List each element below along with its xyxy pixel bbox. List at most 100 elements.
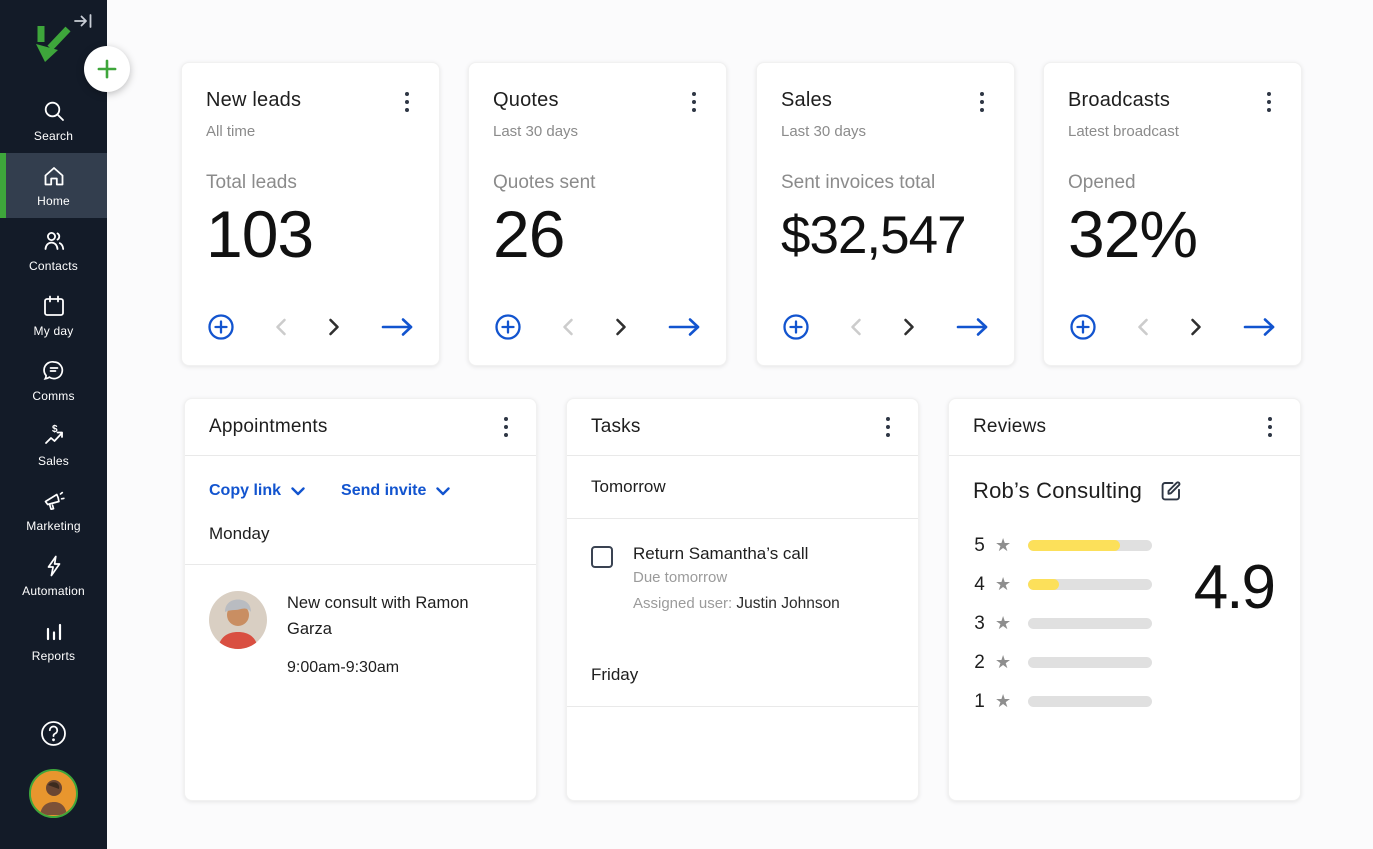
task-checkbox[interactable] <box>591 546 613 568</box>
expand-sidebar-icon[interactable] <box>72 11 96 31</box>
next-page-icon[interactable] <box>325 316 343 341</box>
kebab-menu-icon[interactable] <box>880 414 896 440</box>
rating-bar <box>1028 696 1152 707</box>
user-avatar[interactable] <box>29 769 78 818</box>
task-assigned-user: Assigned user: Justin Johnson <box>633 595 840 613</box>
add-circle-icon[interactable] <box>206 312 236 345</box>
bar-chart-icon <box>41 618 67 644</box>
go-to-report-arrow-icon[interactable] <box>1241 315 1279 342</box>
business-name: Rob’s Consulting <box>973 478 1142 504</box>
sidebar-bottom <box>0 719 107 849</box>
add-circle-icon[interactable] <box>781 312 811 345</box>
rating-count-label: 5 <box>973 535 986 557</box>
metric-value: $32,547 <box>781 205 990 266</box>
sidebar-item-contacts[interactable]: Contacts <box>0 218 107 283</box>
star-icon: ★ <box>995 653 1011 671</box>
rating-bar <box>1028 540 1152 551</box>
kebab-menu-icon[interactable] <box>1261 89 1277 115</box>
sidebar-label: Comms <box>32 389 74 403</box>
star-icon: ★ <box>995 575 1011 593</box>
sidebar-item-reports[interactable]: Reports <box>0 608 107 673</box>
star-icon: ★ <box>995 614 1011 632</box>
kebab-menu-icon[interactable] <box>974 89 990 115</box>
prev-page-icon[interactable] <box>272 316 290 341</box>
next-page-icon[interactable] <box>612 316 630 341</box>
average-rating: 4.9 <box>1194 552 1274 623</box>
card-title: Sales <box>781 89 832 112</box>
contacts-icon <box>41 228 67 254</box>
card-title: Broadcasts <box>1068 89 1170 112</box>
keap-logo-icon[interactable] <box>32 22 74 64</box>
rating-count-label: 2 <box>973 652 986 674</box>
card-quotes: Quotes Last 30 days Quotes sent 26 <box>468 62 727 366</box>
kebab-menu-icon[interactable] <box>399 89 415 115</box>
sidebar-item-comms[interactable]: Comms <box>0 348 107 413</box>
prev-page-icon[interactable] <box>847 316 865 341</box>
card-new-leads: New leads All time Total leads 103 <box>181 62 440 366</box>
add-circle-icon[interactable] <box>493 312 523 345</box>
appointment-item[interactable]: New consult with Ramon Garza 9:00am-9:30… <box>185 565 536 677</box>
task-due-date: Due tomorrow <box>633 569 840 586</box>
sidebar-label: Reports <box>32 649 75 663</box>
lightning-icon <box>41 553 67 579</box>
card-subtitle: All time <box>206 123 415 140</box>
copy-link-dropdown[interactable]: Copy link <box>209 482 305 500</box>
help-icon[interactable] <box>39 719 68 748</box>
card-subtitle: Latest broadcast <box>1068 123 1277 140</box>
go-to-report-arrow-icon[interactable] <box>666 315 704 342</box>
sidebar-label: Sales <box>38 454 69 468</box>
card-reviews: Reviews Rob’s Consulting 5 ★ <box>948 398 1301 801</box>
star-icon: ★ <box>995 692 1011 710</box>
go-to-report-arrow-icon[interactable] <box>954 315 992 342</box>
home-icon <box>41 163 67 189</box>
sidebar-item-automation[interactable]: Automation <box>0 543 107 608</box>
sidebar-item-marketing[interactable]: Marketing <box>0 478 107 543</box>
metric-label: Quotes sent <box>493 172 702 194</box>
prev-page-icon[interactable] <box>559 316 577 341</box>
star-icon: ★ <box>995 536 1011 554</box>
sidebar-label: Marketing <box>26 519 81 533</box>
card-title: New leads <box>206 89 301 112</box>
send-invite-label: Send invite <box>341 482 426 500</box>
task-item[interactable]: Return Samantha’s call Due tomorrow Assi… <box>567 519 918 613</box>
appointment-title: New consult with Ramon Garza <box>287 591 492 642</box>
svg-text:$: $ <box>52 424 58 435</box>
rating-bar <box>1028 657 1152 668</box>
card-broadcasts: Broadcasts Latest broadcast Opened 32% <box>1043 62 1302 366</box>
tasks-section-tomorrow: Tomorrow <box>567 456 918 519</box>
metric-label: Total leads <box>206 172 415 194</box>
rating-row-1: 1 ★ <box>973 682 1276 721</box>
rating-row-2: 2 ★ <box>973 643 1276 682</box>
add-circle-icon[interactable] <box>1068 312 1098 345</box>
kebab-menu-icon[interactable] <box>498 414 514 440</box>
card-tasks: Tasks Tomorrow Return Samantha’s call Du… <box>566 398 919 801</box>
card-subtitle: Last 30 days <box>493 123 702 140</box>
kebab-menu-icon[interactable] <box>1262 414 1278 440</box>
sidebar-item-my-day[interactable]: My day <box>0 283 107 348</box>
sidebar-label: Contacts <box>29 259 78 273</box>
search-icon <box>41 98 67 124</box>
megaphone-icon <box>41 488 67 514</box>
sidebar-label: Automation <box>22 584 85 598</box>
go-to-report-arrow-icon[interactable] <box>379 315 417 342</box>
sidebar-item-search[interactable]: Search <box>0 88 107 153</box>
card-appointments: Appointments Copy link Send invite Monda… <box>184 398 537 801</box>
rating-bar <box>1028 618 1152 629</box>
dollar-trend-icon: $ <box>41 423 67 449</box>
rating-count-label: 3 <box>973 613 986 635</box>
next-page-icon[interactable] <box>900 316 918 341</box>
appointments-day-header: Monday <box>185 500 536 565</box>
kebab-menu-icon[interactable] <box>686 89 702 115</box>
send-invite-dropdown[interactable]: Send invite <box>341 482 450 500</box>
dashboard-main: New leads All time Total leads 103 Quote… <box>107 0 1373 849</box>
sidebar-item-home[interactable]: Home <box>0 153 107 218</box>
keap-dashboard: Search Home Contacts My day Comms $ Sale… <box>0 0 1373 849</box>
metric-value: 26 <box>493 196 702 272</box>
next-page-icon[interactable] <box>1187 316 1205 341</box>
add-new-button[interactable] <box>84 46 130 92</box>
edit-icon[interactable] <box>1158 478 1184 504</box>
contact-avatar <box>209 591 267 649</box>
prev-page-icon[interactable] <box>1134 316 1152 341</box>
metric-value: 103 <box>206 196 415 272</box>
sidebar-item-sales[interactable]: $ Sales <box>0 413 107 478</box>
